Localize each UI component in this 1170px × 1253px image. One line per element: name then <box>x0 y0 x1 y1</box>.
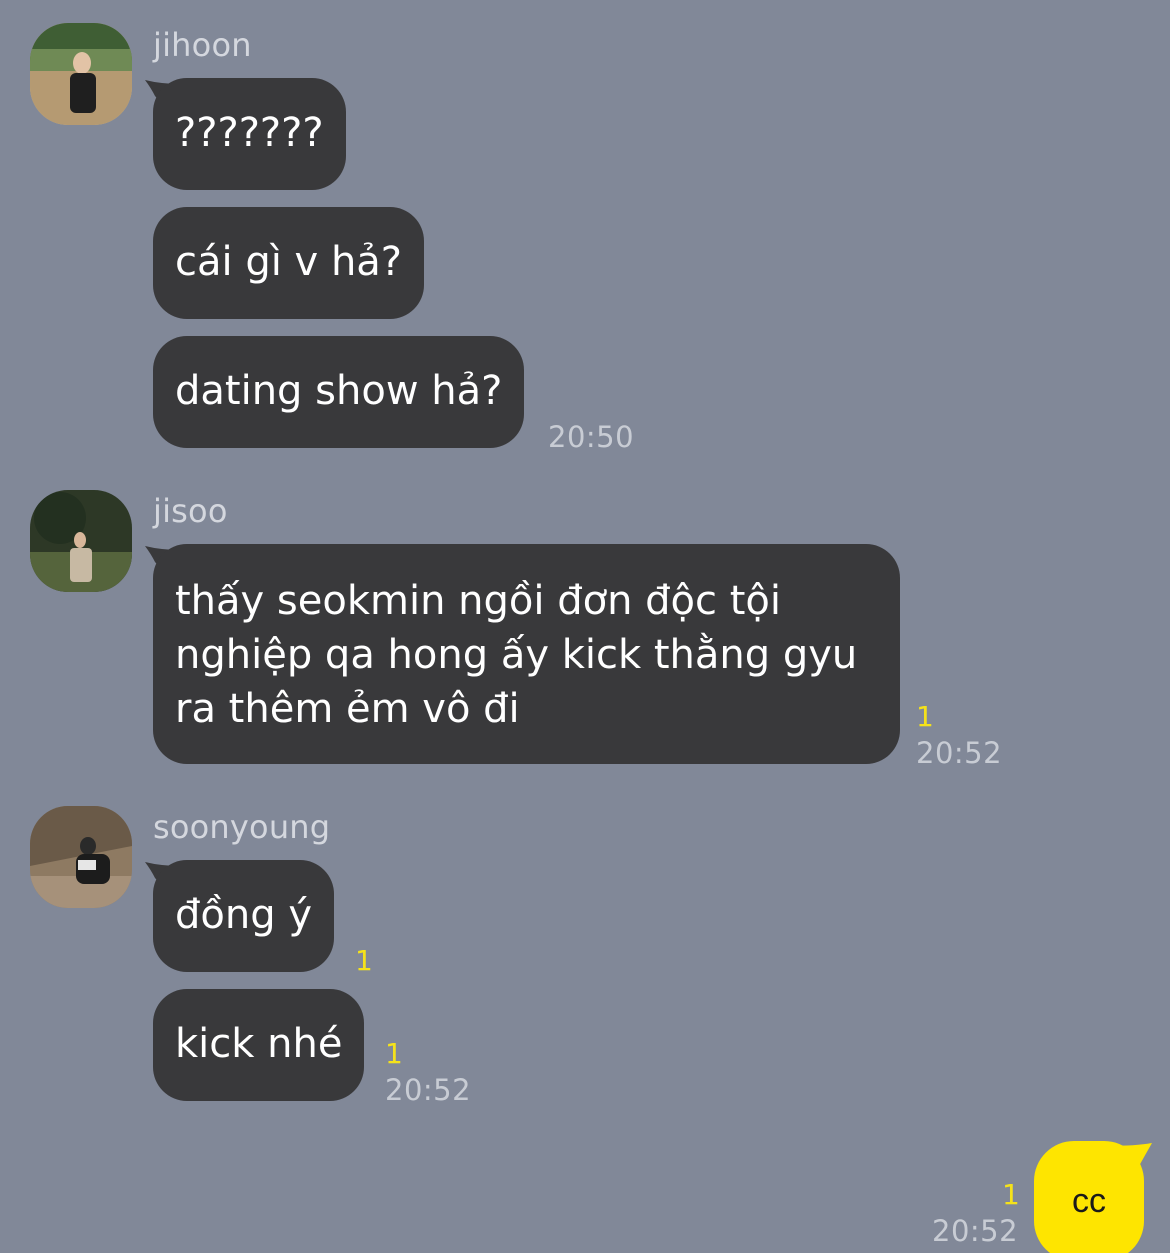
sender-name: jisoo <box>153 492 228 530</box>
profile-photo-icon <box>30 490 132 592</box>
message-timestamp: 20:52 <box>916 736 1003 770</box>
message-bubble[interactable]: dating show hả? <box>153 336 525 448</box>
avatar-jisoo[interactable] <box>30 490 132 592</box>
profile-photo-icon <box>30 806 132 908</box>
profile-photo-icon <box>30 23 132 125</box>
message-text: ??????? <box>175 110 324 156</box>
message-text: cc <box>1072 1182 1106 1220</box>
chat-view[interactable]: jihoon ??????? cái gì v hả? dating show … <box>0 0 1170 1253</box>
message-text: kick nhé <box>175 1021 343 1067</box>
sender-name: soonyoung <box>153 808 331 846</box>
message-text: đồng ý <box>175 892 312 938</box>
unread-count: 1 <box>916 700 934 733</box>
message-text: dating show hả? <box>175 368 503 414</box>
message-timestamp: 20:50 <box>548 420 635 454</box>
avatar-jihoon[interactable] <box>30 23 132 125</box>
message-text: cái gì v hả? <box>175 239 403 285</box>
message-text: thấy seokmin ngồi đơn độc tội nghiệp qa … <box>175 578 858 732</box>
message-bubble[interactable]: đồng ý <box>153 860 334 972</box>
message-bubble[interactable]: cái gì v hả? <box>153 207 425 319</box>
message-bubble[interactable]: ??????? <box>153 78 346 190</box>
my-message-bubble[interactable]: cc <box>1034 1141 1144 1253</box>
sender-name: jihoon <box>153 26 252 64</box>
message-bubble[interactable]: thấy seokmin ngồi đơn độc tội nghiệp qa … <box>153 544 900 764</box>
message-bubble[interactable]: kick nhé <box>153 989 365 1101</box>
message-timestamp: 20:52 <box>932 1214 1019 1248</box>
avatar-soonyoung[interactable] <box>30 806 132 908</box>
unread-count: 1 <box>1002 1178 1020 1211</box>
unread-count: 1 <box>355 944 373 977</box>
message-timestamp: 20:52 <box>385 1073 472 1107</box>
unread-count: 1 <box>385 1037 403 1070</box>
